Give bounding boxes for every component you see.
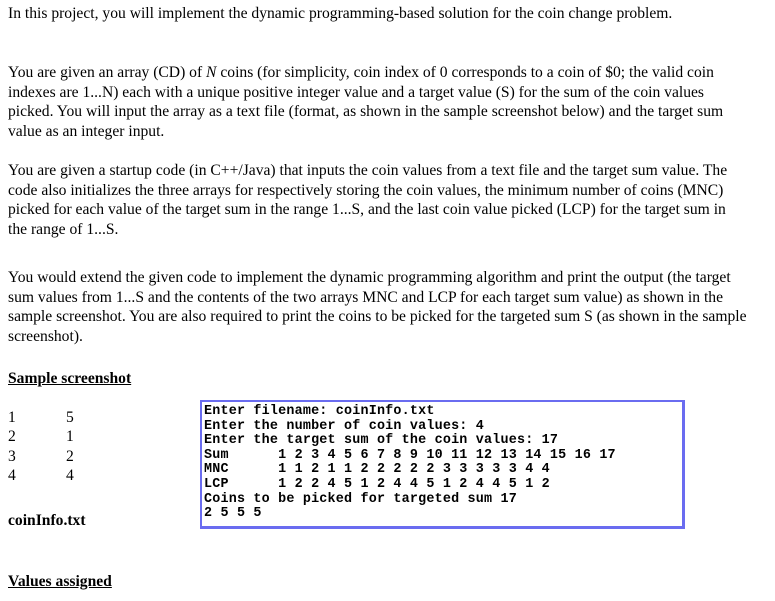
- extend-code-paragraph: You would extend the given code to imple…: [8, 269, 747, 345]
- coin-index: 4: [8, 467, 16, 485]
- coin-value: 1: [66, 428, 74, 446]
- coin-value: 4: [66, 467, 74, 485]
- console-line-mnc-row: MNC 1 1 2 1 1 2 2 2 2 2 3 3 3 3 3 4 4: [204, 462, 550, 478]
- console-line-filename: Enter filename: coinInfo.txt: [204, 404, 435, 419]
- coin-file-label: coinInfo.txt: [8, 512, 86, 529]
- values-assigned-heading: Values assigned: [8, 573, 112, 590]
- coin-row: 32: [8, 447, 96, 466]
- array-description-paragraph: You are given an array (CD) of N coins (…: [8, 63, 748, 141]
- coin-row: 21: [8, 427, 96, 446]
- coin-index: 1: [8, 409, 16, 426]
- coin-row: 44: [8, 466, 96, 485]
- console-line-lcp-row: LCP 1 2 2 4 5 1 2 4 4 5 1 2 4 4 5 1 2: [204, 476, 550, 492]
- coin-row: 15: [8, 408, 96, 427]
- console-output-box: Enter filename: coinInfo.txt Enter the nu…: [200, 400, 685, 529]
- coin-index: 2: [8, 428, 16, 446]
- coin-index: 3: [8, 447, 16, 465]
- console-line-coins-picked: 2 5 5 5: [204, 506, 262, 522]
- n-variable: N: [206, 64, 217, 81]
- sample-screenshot-heading: Sample screenshot: [8, 370, 132, 387]
- console-line-sum-row: Sum 1 2 3 4 5 6 7 8 9 10 11 12 13 14 15 …: [204, 447, 616, 463]
- intro-paragraph: In this project, you will implement the …: [8, 5, 673, 22]
- startup-code-paragraph: You are given a startup code (in C++/Jav…: [8, 162, 728, 238]
- console-line-num-coins: Enter the number of coin values: 4: [204, 418, 485, 434]
- coin-value: 2: [66, 447, 74, 465]
- console-line-coins-header: Coins to be picked for targeted sum 17: [204, 491, 517, 507]
- p2-text-a: You are given an array (CD) of: [8, 64, 207, 81]
- coin-value: 5: [66, 409, 74, 426]
- console-line-target-sum: Enter the target sum of the coin values:…: [204, 433, 559, 449]
- coin-file-table: 15 21 32 44: [8, 408, 96, 486]
- console-text: Enter filename: coinInfo.txt Enter the nu…: [202, 402, 682, 522]
